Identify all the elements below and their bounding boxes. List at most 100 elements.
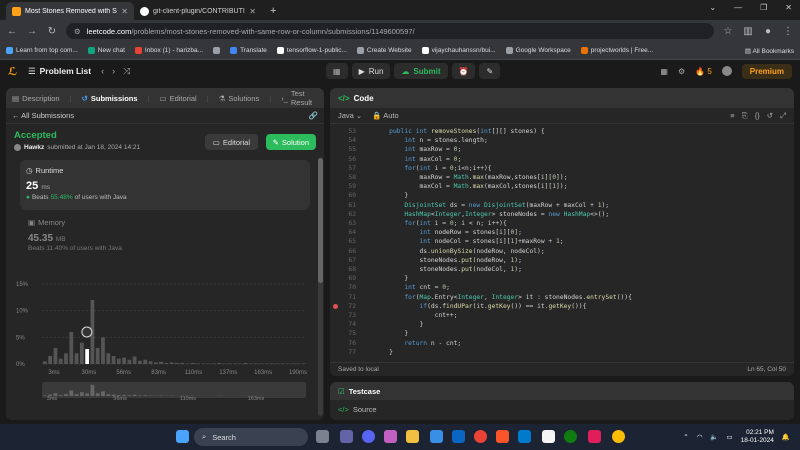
code-line[interactable]: int nodeRow = stones[i][0]; (374, 229, 522, 236)
linkedin-icon[interactable] (452, 430, 465, 443)
braces-icon[interactable]: {} (755, 111, 760, 121)
prev-problem-icon[interactable]: ‹ (101, 66, 104, 76)
code-editor[interactable]: 53 public int removeStones(int[][] stone… (330, 124, 794, 362)
expand-icon[interactable]: ⤢ (780, 111, 786, 121)
file-explorer-icon[interactable] (406, 430, 419, 443)
streak-counter[interactable]: 🔥 5 (695, 67, 712, 76)
browser-tab[interactable]: git-client-plugin/CONTRIBUTIN ✕ (134, 2, 262, 20)
auto-mode[interactable]: 🔒 Auto (372, 111, 398, 120)
code-line[interactable]: maxRow = Math.max(maxRow,stones[i][0]); (374, 174, 567, 181)
testcase-tab[interactable]: ☑ Testcase (330, 382, 794, 400)
tab-editorial[interactable]: ▭ Editorial (160, 94, 197, 103)
wifi-icon[interactable]: ◠ (697, 433, 703, 441)
avatar[interactable] (721, 66, 732, 76)
brave-icon[interactable] (496, 430, 509, 443)
debug-button[interactable]: ▦ (326, 63, 348, 79)
chrome-icon[interactable] (474, 430, 487, 443)
solution-button[interactable]: ✎ Solution (265, 134, 316, 150)
teams-icon[interactable] (340, 430, 353, 443)
volume-icon[interactable]: 🔈 (710, 433, 718, 441)
discord-icon[interactable] (362, 430, 375, 443)
username[interactable]: Hawkz (24, 144, 44, 151)
line-number[interactable]: 74 (330, 321, 356, 328)
line-number[interactable]: 67 (330, 257, 356, 264)
site-info-icon[interactable]: ⚙ (74, 27, 81, 36)
timer-icon[interactable]: ⏰ (451, 63, 476, 79)
slack-icon[interactable] (588, 430, 601, 443)
code-line[interactable]: public int removeStones(int[][] stones) … (374, 128, 544, 135)
windows-start-icon[interactable] (176, 430, 189, 443)
line-number[interactable]: 58 (330, 174, 356, 181)
bookmark-item[interactable]: Create Website (356, 47, 412, 54)
left-scrollbar[interactable] (318, 158, 323, 416)
bookmark-item[interactable]: projectworlds | Free... (580, 47, 653, 54)
bookmark-item[interactable]: New chat (87, 47, 125, 54)
all-submissions-link[interactable]: ← All Submissions (12, 111, 74, 120)
line-number[interactable]: 64 (330, 229, 356, 236)
vscode-icon[interactable] (518, 430, 531, 443)
line-number[interactable]: 60 (330, 192, 356, 199)
line-number[interactable]: 77 (330, 349, 356, 356)
code-line[interactable]: } (374, 275, 408, 282)
line-number[interactable]: 70 (330, 284, 356, 291)
memory-card[interactable]: ▣ Memory 45.35 MB Beats 11.40% of users w… (28, 218, 310, 252)
language-select[interactable]: Java ⌄ (338, 111, 362, 120)
link-icon[interactable]: 🔗 (309, 111, 318, 120)
bookmark-item[interactable]: vijaychauhanssn/bui... (421, 47, 496, 54)
next-problem-icon[interactable]: › (112, 66, 115, 76)
store-icon[interactable] (430, 430, 443, 443)
code-line[interactable]: } (374, 330, 408, 337)
line-number[interactable]: 75 (330, 330, 356, 337)
line-number[interactable]: 65 (330, 238, 356, 245)
tab-description[interactable]: ▤ Description (12, 94, 60, 103)
sidebar-icon[interactable]: ▥ (742, 26, 754, 37)
leetcode-logo-icon[interactable]: ℒ (8, 65, 20, 78)
profile-icon[interactable]: ● (762, 26, 774, 37)
close-tab-icon[interactable]: ✕ (121, 7, 128, 16)
maximize-icon[interactable]: ❐ (760, 3, 767, 12)
code-line[interactable]: for(int i = 0; i < n; i++){ (374, 220, 506, 227)
code-line[interactable]: for(Map.Entry<Integer, Integer> it : sto… (374, 294, 632, 301)
layout-icon[interactable]: ▦ (660, 67, 668, 76)
clock[interactable]: 02:21 PM 18-01-2024 (741, 429, 774, 445)
line-number[interactable]: 62 (330, 211, 356, 218)
code-line[interactable]: stoneNodes.put(nodeRow, 1); (374, 257, 521, 264)
editorial-button[interactable]: ▭ Editorial (204, 134, 258, 150)
line-number[interactable]: 76 (330, 340, 356, 347)
notification-icon[interactable]: 🔔 (782, 433, 790, 441)
premium-button[interactable]: Premium (741, 63, 792, 79)
breakpoint-icon[interactable] (333, 303, 338, 309)
photos-icon[interactable] (384, 430, 397, 443)
line-number[interactable]: 63 (330, 220, 356, 227)
star-icon[interactable]: ☆ (722, 26, 734, 37)
tab-submissions[interactable]: ↺ Submissions (82, 94, 138, 103)
xbox-icon[interactable] (564, 430, 577, 443)
notes-icon[interactable]: ✎ (479, 63, 501, 79)
code-line[interactable]: int cnt = 0; (374, 284, 450, 291)
chrome-active-icon[interactable] (612, 430, 625, 443)
tab-solutions[interactable]: ⚗ Solutions (219, 94, 260, 103)
line-number[interactable]: 54 (330, 137, 356, 144)
line-number[interactable]: 68 (330, 266, 356, 273)
code-line[interactable]: } (374, 321, 423, 328)
tab-test-result[interactable]: ›_ Test Result (281, 89, 318, 107)
reload-icon[interactable]: ↻ (46, 26, 58, 37)
code-line[interactable]: DisjointSet ds = new DisjointSet(maxRow … (374, 202, 609, 209)
line-number[interactable]: 71 (330, 294, 356, 301)
runtime-card[interactable]: ◷ Runtime 25 ms ● Beats 55.48% of users with… (20, 160, 310, 210)
battery-icon[interactable]: ▭ (727, 433, 733, 441)
run-button[interactable]: ▶ Run (351, 63, 391, 79)
code-line[interactable]: int maxRow = 0; (374, 146, 461, 153)
line-number[interactable]: 61 (330, 202, 356, 209)
scrollbar-thumb[interactable] (318, 158, 323, 283)
format-icon[interactable]: ≡ (730, 111, 734, 121)
minimize-icon[interactable]: — (734, 3, 742, 12)
bookmark-icon[interactable]: ⎘ (742, 111, 748, 121)
back-icon[interactable]: ← (6, 26, 18, 37)
code-line[interactable]: for(int i = 0;i<n;i++){ (374, 165, 491, 172)
problem-list-button[interactable]: ☰ Problem List (28, 66, 91, 77)
code-line[interactable]: stoneNodes.put(nodeCol, 1); (374, 266, 521, 273)
line-number[interactable]: 57 (330, 165, 356, 172)
line-number[interactable]: 59 (330, 183, 356, 190)
code-line[interactable]: return n - cnt; (374, 340, 461, 347)
